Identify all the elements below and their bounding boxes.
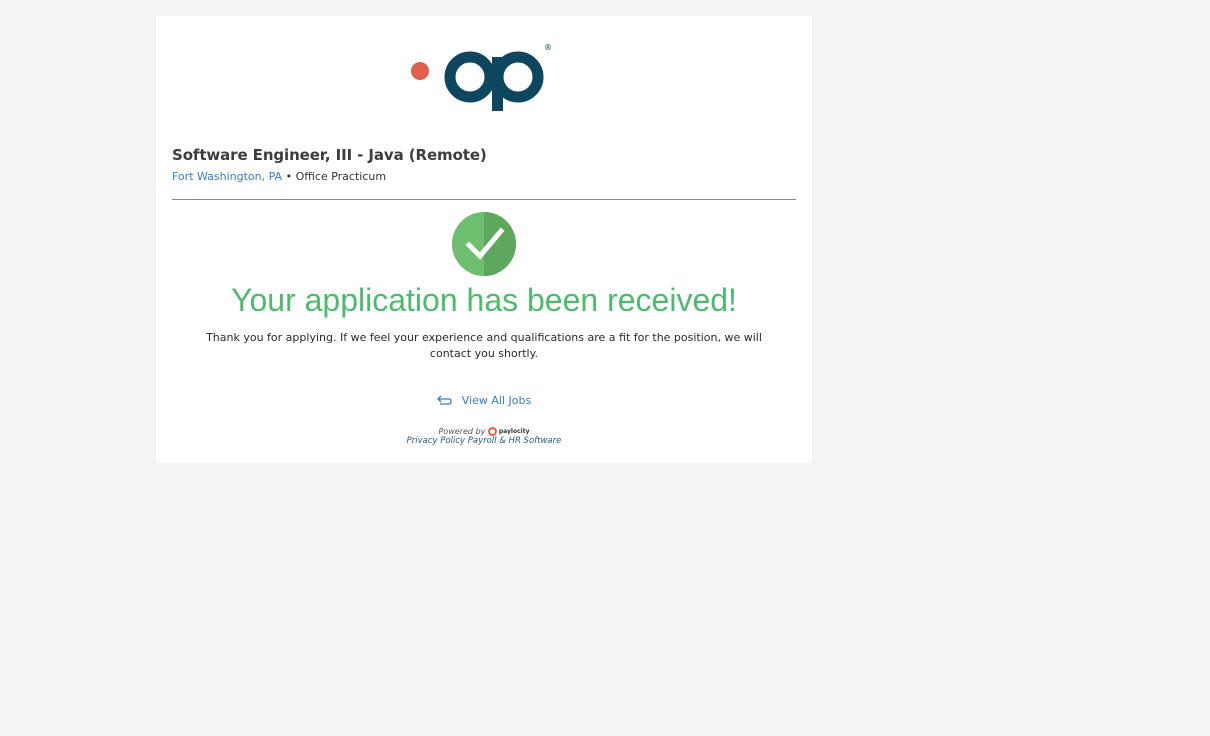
svg-text:®: ® bbox=[544, 43, 552, 52]
job-location-link[interactable]: Fort Washington, PA bbox=[172, 170, 282, 183]
view-all-jobs-link[interactable]: View All Jobs bbox=[436, 394, 532, 407]
paylocity-brand-name: paylocity bbox=[498, 428, 530, 435]
paylocity-logo[interactable]: paylocity bbox=[487, 427, 530, 436]
confirmation-message: Thank you for applying. If we feel your … bbox=[206, 331, 762, 360]
company-logo: ® bbox=[409, 38, 553, 114]
op-logo-icon: ® bbox=[411, 42, 552, 111]
check-circle-icon bbox=[452, 212, 516, 276]
paylocity-icon bbox=[487, 427, 497, 436]
company-name: Office Practicum bbox=[295, 170, 387, 183]
job-meta: Fort Washington, PA • Office Practicum bbox=[172, 170, 386, 183]
view-all-jobs-row: View All Jobs bbox=[156, 394, 812, 409]
job-title: Software Engineer, III - Java (Remote) bbox=[172, 146, 487, 164]
meta-separator: • bbox=[285, 170, 293, 183]
powered-by-text: Powered by bbox=[438, 427, 486, 436]
privacy-policy-link[interactable]: Privacy Policy bbox=[407, 436, 465, 446]
footer-links: Privacy Policy Payroll & HR Software bbox=[156, 436, 812, 446]
payroll-hr-software-link[interactable]: Payroll & HR Software bbox=[468, 436, 562, 446]
return-arrow-icon bbox=[436, 395, 452, 405]
application-confirmation-card: ® Software Engineer, III - Java (Remote)… bbox=[156, 16, 812, 463]
powered-by: Powered by paylocity bbox=[156, 427, 812, 436]
view-all-jobs-label: View All Jobs bbox=[461, 394, 532, 407]
confirmation-heading: Your application has been received! bbox=[231, 282, 737, 318]
divider bbox=[172, 199, 796, 200]
